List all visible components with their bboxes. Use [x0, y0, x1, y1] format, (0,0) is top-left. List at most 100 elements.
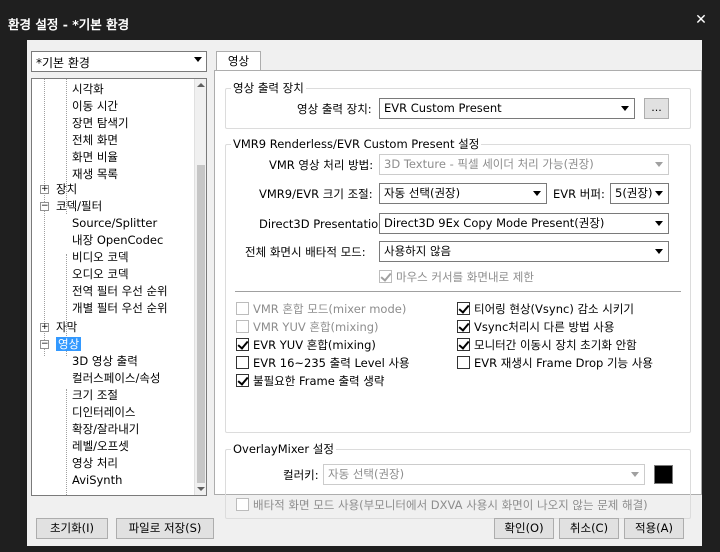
tree-item-video-label: 영상 — [56, 337, 82, 351]
tree-item-individual-filter-priority[interactable]: 개별 필터 우선 순위 — [72, 300, 168, 317]
tree-item-subtitles[interactable]: 자막 — [56, 319, 77, 336]
tree-item-source-splitter[interactable]: Source/Splitter — [72, 215, 157, 232]
tree-item-expand-crop[interactable]: 확장/잘라내기 — [72, 421, 139, 438]
scroll-up-icon[interactable] — [197, 83, 205, 87]
collapse-minus-icon[interactable]: − — [40, 340, 49, 349]
dialog-client: *기본 환경 시각화 이동 시간 장면 탐색기 전체 화면 화면 비율 재생 목… — [27, 40, 702, 546]
fullscreen-exclusive-label: 전체 화면시 배타적 모드: — [245, 245, 366, 259]
colorkey-select[interactable]: 자동 선택(권장) — [323, 464, 645, 485]
tree-item-global-filter-priority[interactable]: 전역 필터 우선 순위 — [72, 283, 168, 300]
save-to-file-button[interactable]: 파일로 저장(S) — [116, 518, 214, 539]
tree-item-playlist[interactable]: 재생 목록 — [72, 166, 118, 183]
chevron-down-icon — [655, 249, 663, 254]
mixer-mode-checkbox[interactable] — [236, 302, 249, 315]
vsync-alt-checkbox[interactable] — [457, 320, 470, 333]
monitor-move-checkbox[interactable] — [457, 338, 470, 351]
mixer-mode-label: VMR 혼합 모드(mixer mode) — [253, 302, 407, 316]
overlay-exclusive-label: 배타적 화면 모드 사용(부모니터에서 DXVA 사용시 화면이 나오지 않는 … — [253, 498, 648, 512]
frame-drop-label: EVR 재생시 Frame Drop 기능 사용 — [474, 356, 653, 370]
ok-button[interactable]: 확인(O) — [494, 518, 554, 539]
tree-item-visualization[interactable]: 시각화 — [72, 81, 104, 98]
yuv-mixing-label: VMR YUV 혼합(mixing) — [253, 320, 379, 334]
output-device-group-title: 영상 출력 장치 — [231, 81, 306, 95]
profile-select-value: *기본 환경 — [36, 56, 90, 70]
output-device-options-button[interactable]: ... — [644, 98, 669, 119]
expand-plus-icon[interactable]: + — [40, 323, 49, 332]
tree-item-level-offset[interactable]: 레벨/오프셋 — [72, 438, 129, 455]
overlay-group-title: OverlayMixer 설정 — [231, 442, 336, 456]
profile-select[interactable]: *기본 환경 — [31, 51, 207, 72]
tree-item-3d-output[interactable]: 3D 영상 출력 — [72, 353, 138, 370]
mouse-cursor-label: 마우스 커서를 화면내로 제한 — [396, 270, 534, 284]
settings-tree[interactable]: 시각화 이동 시간 장면 탐색기 전체 화면 화면 비율 재생 목록 + 장치 … — [31, 78, 207, 496]
apply-button[interactable]: 적용(A) — [624, 518, 684, 539]
tree-item-seek-time[interactable]: 이동 시간 — [72, 98, 118, 115]
tree-item-devices[interactable]: 장치 — [56, 181, 77, 198]
collapse-minus-icon[interactable]: − — [40, 202, 49, 211]
video-tab-panel: 영상 출력 장치 영상 출력 장치: EVR Custom Present ..… — [214, 70, 702, 519]
colorkey-swatch[interactable] — [654, 465, 673, 484]
chevron-down-icon — [194, 57, 202, 62]
colorkey-label: 컬러키: — [283, 468, 319, 482]
title-bar[interactable]: 환경 설정 - *기본 환경 ✕ — [0, 0, 720, 40]
d3d-presentation-label: Direct3D Presentation: — [259, 217, 390, 231]
evr-buffer-label: EVR 버퍼: — [553, 187, 605, 201]
tearing-checkbox[interactable] — [457, 302, 470, 315]
output-device-label: 영상 출력 장치: — [297, 102, 372, 116]
skip-frames-label: 불필요한 Frame 출력 생략 — [253, 374, 385, 388]
mouse-cursor-checkbox[interactable] — [379, 270, 392, 283]
evr-yuv-mixing-label: EVR YUV 혼합(mixing) — [253, 338, 376, 352]
vmr-processing-label: VMR 영상 처리 방법: — [269, 158, 374, 172]
evr-level-checkbox[interactable] — [236, 356, 249, 369]
tree-item-video-processing[interactable]: 영상 처리 — [72, 455, 118, 472]
chevron-down-icon — [655, 191, 663, 196]
d3d-presentation-select[interactable]: Direct3D 9Ex Copy Mode Present(권장) — [379, 213, 669, 234]
cancel-button[interactable]: 취소(C) — [559, 518, 619, 539]
vsync-alt-label: Vsync처리시 다른 방법 사용 — [474, 320, 615, 334]
tree-item-video-codec[interactable]: 비디오 코덱 — [72, 249, 129, 266]
yuv-mixing-checkbox[interactable] — [236, 320, 249, 333]
tree-item-fullscreen[interactable]: 전체 화면 — [72, 132, 118, 149]
vmr-separator — [235, 291, 681, 292]
tree-item-builtin-opencodec[interactable]: 내장 OpenCodec — [72, 232, 163, 249]
preferences-window: 환경 설정 - *기본 환경 ✕ *기본 환경 시각화 이동 시간 장면 탐색기… — [0, 0, 720, 552]
scroll-down-icon[interactable] — [197, 487, 205, 491]
frame-drop-checkbox[interactable] — [457, 356, 470, 369]
tree-item-video[interactable]: 영상 — [56, 336, 82, 353]
tree-item-avisynth[interactable]: AviSynth — [72, 472, 122, 489]
tree-item-resize[interactable]: 크기 조절 — [72, 387, 118, 404]
evr-yuv-mixing-checkbox[interactable] — [236, 338, 249, 351]
tree-item-audio-codec[interactable]: 오디오 코덱 — [72, 266, 129, 283]
tree-item-scene-explorer[interactable]: 장면 탐색기 — [72, 115, 129, 132]
tree-items: 시각화 이동 시간 장면 탐색기 전체 화면 화면 비율 재생 목록 + 장치 … — [32, 79, 194, 495]
close-icon[interactable]: ✕ — [694, 13, 708, 27]
chevron-down-icon — [655, 221, 663, 226]
evr-buffer-select[interactable]: 5(권장) — [610, 183, 669, 204]
vmr-resize-label: VMR9/EVR 크기 조절: — [259, 187, 373, 201]
chevron-down-icon — [533, 191, 541, 196]
chevron-down-icon — [621, 106, 629, 111]
monitor-move-label: 모니터간 이동시 장치 초기화 안함 — [474, 338, 637, 352]
fullscreen-exclusive-select[interactable]: 사용하지 않음 — [379, 241, 669, 262]
vmr-processing-select[interactable]: 3D Texture - 픽셀 세이더 처리 가능(권장) — [379, 154, 669, 175]
window-title: 환경 설정 - *기본 환경 — [8, 17, 130, 32]
tree-guide-line — [44, 79, 45, 356]
tree-scrollbar[interactable] — [194, 79, 206, 495]
overlay-exclusive-checkbox[interactable] — [236, 498, 249, 511]
expand-plus-icon[interactable]: + — [40, 185, 49, 194]
reset-button[interactable]: 초기화(I) — [36, 518, 108, 539]
output-device-select[interactable]: EVR Custom Present — [379, 98, 635, 119]
tab-video[interactable]: 영상 — [216, 51, 261, 71]
tree-item-codec-filter[interactable]: 코덱/필터 — [56, 198, 102, 215]
tearing-label: 티어링 현상(Vsync) 감소 시키기 — [474, 302, 635, 316]
tree-item-deinterlace[interactable]: 디인터레이스 — [72, 404, 135, 421]
vmr-resize-select[interactable]: 자동 선택(권장) — [379, 183, 547, 204]
skip-frames-checkbox[interactable] — [236, 374, 249, 387]
scroll-thumb[interactable] — [197, 165, 205, 483]
tree-item-aspect-ratio[interactable]: 화면 비율 — [72, 149, 118, 166]
evr-level-label: EVR 16~235 출력 Level 사용 — [253, 356, 410, 370]
chevron-down-icon — [631, 472, 639, 477]
chevron-down-icon — [655, 162, 663, 167]
tree-item-colorspace[interactable]: 컬러스페이스/속성 — [72, 370, 161, 387]
vmr9-group-title: VMR9 Renderless/EVR Custom Present 설정 — [231, 137, 482, 151]
